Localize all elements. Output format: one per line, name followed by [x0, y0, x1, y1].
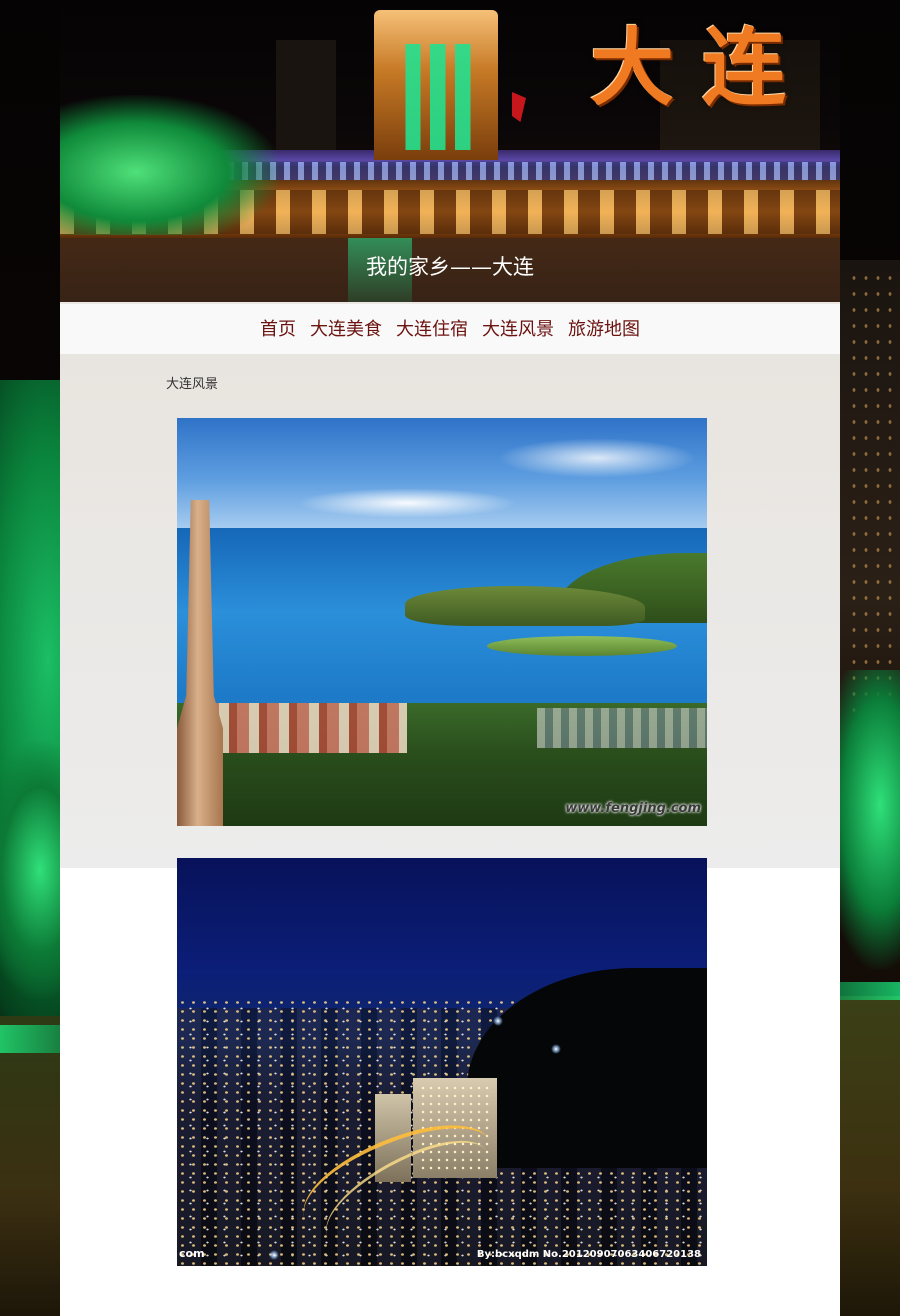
background-light-left: [0, 1025, 60, 1053]
background-lawn-right: [840, 996, 900, 1316]
photo-watermark-right: By:bcxqdm No.20120907063406720138: [476, 1249, 701, 1260]
photo-dock: [537, 708, 707, 748]
main-nav: 首页 大连美食 大连住宿 大连风景 旅游地图: [60, 304, 840, 354]
photo-town: [207, 703, 407, 753]
photo-light-flare: [493, 1016, 503, 1026]
photo-watermark: www.fengjing.com: [565, 801, 701, 816]
banner-clock-tower: [374, 10, 498, 160]
banner-building: [276, 40, 336, 160]
scenery-photo-night-city: com By:bcxqdm No.20120907063406720138: [177, 858, 707, 1266]
nav-item-scenery[interactable]: 大连风景: [482, 304, 554, 356]
nav-item-home[interactable]: 首页: [260, 304, 296, 356]
photo-cloud: [297, 488, 517, 518]
banner-flag: [512, 92, 526, 122]
scenery-photo-coast: www.fengjing.com: [177, 418, 707, 826]
header-banner-image: 大连: [60, 0, 840, 238]
photo-sandbar: [487, 636, 677, 656]
photo-island: [405, 586, 645, 626]
banner-tree: [60, 95, 280, 235]
photo-light-flare: [269, 1250, 279, 1260]
site-logo: 大连: [590, 18, 815, 117]
site-title: 我的家乡——大连: [366, 255, 534, 279]
page-container: 大连 我的家乡——大连 首页 大连美食 大连住宿 大连风景 旅游地图 大连风景 …: [60, 0, 840, 1316]
photo-cloud: [497, 438, 697, 478]
nav-item-food[interactable]: 大连美食: [310, 304, 382, 356]
background-light-right: [840, 982, 900, 1000]
photo-light-flare: [551, 1044, 561, 1054]
photo-watermark-left: com: [179, 1247, 205, 1260]
background-lawn-left: [0, 1016, 60, 1316]
breadcrumb: 大连风景: [166, 377, 219, 392]
title-bar: 我的家乡——大连: [60, 238, 840, 302]
nav-item-map[interactable]: 旅游地图: [568, 304, 640, 356]
nav-item-lodging[interactable]: 大连住宿: [396, 304, 468, 356]
